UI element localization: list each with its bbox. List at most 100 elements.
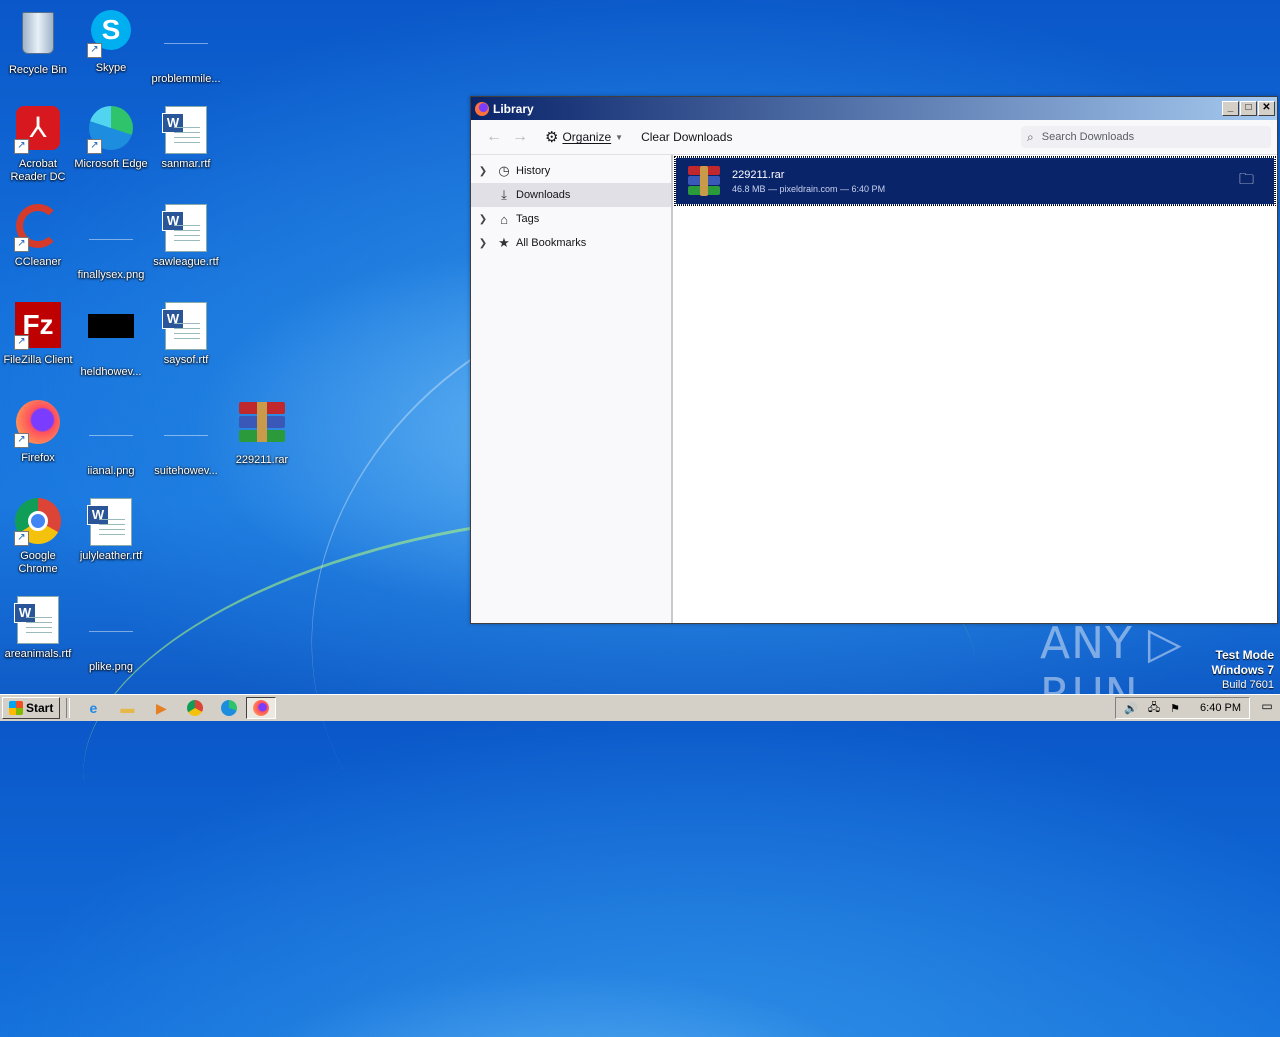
acrobat-icon: ⅄ ↗ xyxy=(14,106,62,154)
show-desktop-icon[interactable]: ▭ xyxy=(1258,699,1276,715)
word-document-icon: W xyxy=(162,106,210,154)
organize-button[interactable]: ⚙ Organize ▼ xyxy=(539,125,629,149)
tag-icon: ⌂ xyxy=(500,211,508,227)
action-center-flag-icon[interactable]: ⚑ xyxy=(1170,702,1180,715)
downloads-list: 229211.rar 46.8 MB — pixeldrain.com — 6:… xyxy=(673,155,1277,623)
desktop-icon-label: Microsoft Edge xyxy=(74,158,148,170)
image-file-icon xyxy=(87,217,135,265)
ccleaner-icon: ↗ xyxy=(14,204,62,252)
firefox-icon xyxy=(253,700,270,716)
clock[interactable]: 6:40 PM xyxy=(1200,702,1241,714)
forward-arrow-icon[interactable]: → xyxy=(507,128,533,146)
desktop-icon-skype[interactable]: S ↗ Skype xyxy=(73,8,149,75)
desktop-icon-label: sanmar.rtf xyxy=(161,158,211,170)
desktop-icon-label: Acrobat Reader DC xyxy=(10,158,66,183)
volume-icon[interactable]: 🔊 xyxy=(1124,702,1138,715)
taskbar: Start e ▬ ▶ 🔊 🖧 ⚑ 6:40 PM ▭ xyxy=(0,694,1280,721)
library-sidebar: ❯ ◷ History ⤓ Downloads ❯ ⌂ Tags ❯ ★ All… xyxy=(471,155,673,623)
desktop-icon-label: sawleague.rtf xyxy=(153,256,219,268)
download-item[interactable]: 229211.rar 46.8 MB — pixeldrain.com — 6:… xyxy=(674,156,1276,206)
desktop-icon-label: CCleaner xyxy=(14,256,62,268)
shortcut-arrow-icon: ↗ xyxy=(14,237,29,252)
download-filename: 229211.rar xyxy=(732,168,785,181)
star-icon: ★ xyxy=(498,235,510,250)
search-box[interactable]: ⌕ xyxy=(1021,126,1271,148)
chevron-right-icon[interactable]: ❯ xyxy=(471,238,495,249)
sidebar-item-history[interactable]: ❯ ◷ History xyxy=(471,159,671,183)
desktop-icon-iianal[interactable]: iianal.png xyxy=(73,400,149,478)
desktop-icon-label: Google Chrome xyxy=(18,550,58,575)
desktop-icon-label: saysof.rtf xyxy=(163,354,209,366)
desktop-icon-acrobat[interactable]: ⅄ ↗ Acrobat Reader DC xyxy=(0,106,76,184)
winrar-archive-icon xyxy=(688,166,720,196)
desktop-icon-label: heldhowev... xyxy=(80,366,142,378)
sidebar-item-label: Tags xyxy=(516,213,540,225)
recycle-bin-icon xyxy=(14,12,62,60)
internet-explorer-icon[interactable]: e xyxy=(83,698,103,718)
download-details: 46.8 MB — pixeldrain.com — 6:40 PM xyxy=(732,183,886,194)
shortcut-arrow-icon: ↗ xyxy=(14,531,29,546)
library-toolbar: ← → ⚙ Organize ▼ Clear Downloads ⌕ xyxy=(471,120,1277,155)
desktop-icon-label: 229211.rar xyxy=(235,454,289,466)
taskbar-firefox-library[interactable] xyxy=(246,697,277,719)
edge-icon[interactable] xyxy=(219,698,239,718)
folder-icon[interactable]: 🗀 xyxy=(1239,169,1254,194)
desktop-icon-saysof[interactable]: W saysof.rtf xyxy=(148,302,224,367)
test-mode-label: Test Mode xyxy=(1215,648,1274,662)
image-file-icon xyxy=(87,413,135,461)
desktop-icon-label: suitehowev... xyxy=(154,465,218,477)
desktop-icon-plike[interactable]: plike.png xyxy=(73,596,149,674)
sidebar-item-tags[interactable]: ❯ ⌂ Tags xyxy=(471,207,671,231)
windows-logo-icon xyxy=(9,701,23,715)
window-title: Library xyxy=(493,101,534,116)
search-input[interactable] xyxy=(1039,130,1244,144)
desktop-icon-heldhowev[interactable]: heldhowev... xyxy=(73,302,149,379)
clear-downloads-button[interactable]: Clear Downloads xyxy=(635,127,738,147)
close-button[interactable]: ✕ xyxy=(1258,101,1275,116)
word-document-icon: W xyxy=(162,204,210,252)
desktop-icon-areanimals[interactable]: W areanimals.rtf xyxy=(0,596,76,661)
chrome-icon: ↗ xyxy=(14,498,62,546)
desktop-icon-sawleague[interactable]: W sawleague.rtf xyxy=(148,204,224,269)
shortcut-arrow-icon: ↗ xyxy=(87,43,102,58)
sidebar-item-all-bookmarks[interactable]: ❯ ★ All Bookmarks xyxy=(471,231,671,255)
os-version-label: Windows 7 xyxy=(1211,663,1274,677)
media-player-icon[interactable]: ▶ xyxy=(151,698,171,718)
test-mode-notice: Test Mode Windows 7 Build 7601 xyxy=(1211,648,1274,692)
desktop-icon-finallysex[interactable]: finallysex.png xyxy=(73,204,149,282)
chevron-right-icon[interactable]: ❯ xyxy=(471,214,495,225)
desktop-icon-julyleather[interactable]: W julyleather.rtf xyxy=(73,498,149,563)
desktop-icon-ccleaner[interactable]: ↗ CCleaner xyxy=(0,204,76,269)
gear-icon: ⚙ xyxy=(545,129,559,146)
desktop-icon-chrome[interactable]: ↗ Google Chrome xyxy=(0,498,76,576)
desktop-icon-229211-rar[interactable]: 229211.rar xyxy=(224,400,300,467)
desktop-icon-recycle-bin[interactable]: Recycle Bin xyxy=(0,8,76,77)
desktop-icon-suitehowev[interactable]: suitehowev... xyxy=(148,400,224,478)
desktop-icon-edge[interactable]: ↗ Microsoft Edge xyxy=(73,106,149,171)
chevron-right-icon[interactable]: ❯ xyxy=(471,166,495,177)
window-titlebar[interactable]: Library _ □ ✕ xyxy=(471,97,1277,120)
desktop-icon-label: plike.png xyxy=(88,661,134,673)
chrome-icon[interactable] xyxy=(185,698,205,718)
start-button[interactable]: Start xyxy=(2,697,61,719)
shortcut-arrow-icon: ↗ xyxy=(14,335,29,350)
word-document-icon: W xyxy=(162,302,210,350)
image-file-icon xyxy=(162,21,210,69)
library-window: Library _ □ ✕ ← → ⚙ Organize ▼ Clear Dow… xyxy=(470,96,1278,624)
sidebar-item-downloads[interactable]: ⤓ Downloads xyxy=(471,183,671,207)
filezilla-icon: Fz ↗ xyxy=(14,302,62,350)
file-explorer-icon[interactable]: ▬ xyxy=(117,698,137,718)
maximize-button[interactable]: □ xyxy=(1240,101,1257,116)
image-file-icon xyxy=(87,314,135,362)
minimize-button[interactable]: _ xyxy=(1222,101,1239,116)
desktop-icon-firefox[interactable]: ↗ Firefox xyxy=(0,400,76,465)
sidebar-item-label: History xyxy=(516,165,551,177)
desktop-icon-problemmile[interactable]: problemmile... xyxy=(148,8,224,86)
word-document-icon: W xyxy=(87,498,135,546)
desktop-icon-sanmar[interactable]: W sanmar.rtf xyxy=(148,106,224,171)
firefox-icon: ↗ xyxy=(14,400,62,448)
chevron-down-icon: ▼ xyxy=(615,132,624,142)
network-icon[interactable]: 🖧 xyxy=(1148,699,1160,718)
desktop-icon-filezilla[interactable]: Fz ↗ FileZilla Client xyxy=(0,302,76,367)
back-arrow-icon[interactable]: ← xyxy=(481,128,507,146)
